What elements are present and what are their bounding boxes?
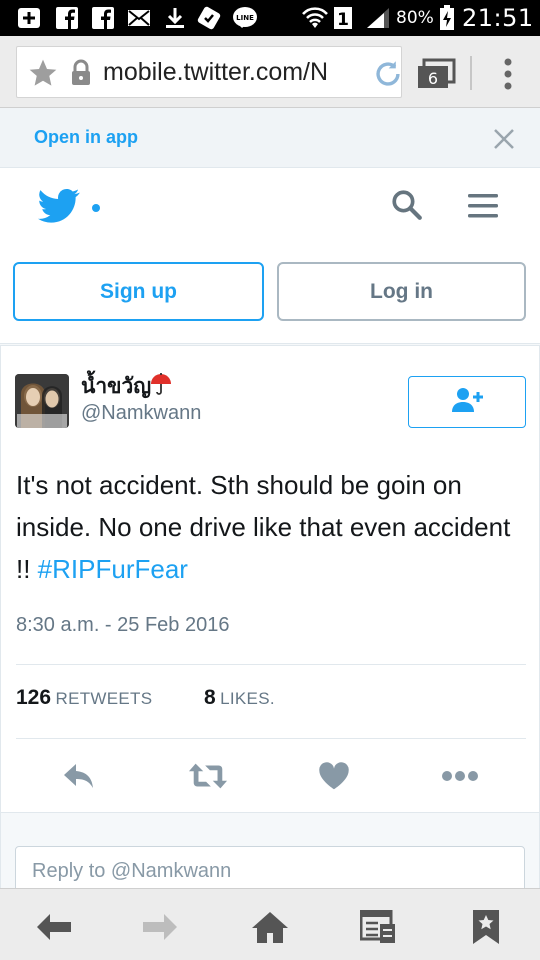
download-icon	[162, 6, 188, 30]
log-in-button[interactable]: Log in	[277, 262, 526, 321]
avatar[interactable]	[15, 374, 69, 428]
likes-stat[interactable]: 8 LIKES.	[204, 686, 275, 710]
notification-dot	[92, 204, 100, 212]
status-bar: LINE 1 80% 21:51	[0, 0, 540, 36]
svg-text:1: 1	[337, 10, 349, 30]
like-heart-icon[interactable]	[314, 756, 354, 796]
likes-label: LIKES.	[220, 689, 275, 708]
tweet-text: It's not accident. Sth should be goin on…	[16, 464, 526, 590]
wifi-icon	[302, 6, 328, 30]
home-icon[interactable]	[250, 907, 290, 947]
battery-percent: 80%	[396, 8, 434, 28]
address-bar[interactable]: mobile.twitter.com/N	[16, 46, 402, 98]
user-handle[interactable]: @Namkwann	[81, 402, 201, 425]
add-user-icon	[450, 386, 484, 418]
facebook-icon	[54, 6, 80, 30]
clock: 21:51	[462, 4, 534, 32]
likes-count: 8	[204, 686, 216, 709]
hashtag-link[interactable]: #RIPFurFear	[38, 554, 188, 584]
line-icon: LINE	[232, 6, 258, 30]
svg-text:LINE: LINE	[236, 14, 254, 22]
mail-icon	[126, 6, 152, 30]
sim-icon: 1	[332, 6, 354, 30]
display-name[interactable]: น้ำขวัญ	[81, 370, 151, 403]
signal-icon	[364, 6, 392, 30]
bookmark-star-icon[interactable]	[27, 57, 59, 93]
add-notification-icon	[16, 6, 42, 30]
reply-icon[interactable]	[59, 756, 99, 796]
url-text: mobile.twitter.com/N	[103, 58, 329, 86]
app-notification-icon	[196, 6, 222, 30]
tweet-card: น้ำขวัญ @Namkwann It's not accident. Sth…	[0, 345, 540, 896]
close-banner-icon[interactable]	[492, 127, 516, 155]
follow-button[interactable]	[408, 376, 526, 428]
back-arrow-icon[interactable]	[34, 907, 74, 947]
retweets-label: RETWEETS	[55, 689, 153, 708]
retweets-count: 126	[16, 686, 52, 709]
bookmarks-icon[interactable]	[466, 907, 506, 947]
reading-list-icon[interactable]	[358, 907, 398, 947]
tweet-timestamp[interactable]: 8:30 a.m. - 25 Feb 2016	[16, 614, 229, 637]
forward-arrow-icon[interactable]	[140, 907, 180, 947]
tab-count: 6	[428, 69, 438, 88]
browser-bottom-bar	[0, 888, 540, 960]
open-in-app-link[interactable]: Open in app	[34, 127, 138, 148]
tweet-stats: 126 RETWEETS 8 LIKES.	[16, 686, 526, 718]
retweets-stat[interactable]: 126 RETWEETS	[16, 686, 152, 710]
overflow-menu-icon[interactable]	[496, 56, 520, 96]
lock-icon	[69, 59, 93, 91]
hamburger-menu-icon[interactable]	[468, 192, 498, 224]
twitter-bird-icon[interactable]	[38, 188, 80, 228]
search-icon[interactable]	[390, 188, 424, 226]
facebook-icon-2	[90, 6, 116, 30]
retweet-icon[interactable]	[188, 756, 228, 796]
divider	[16, 738, 526, 739]
tabs-button[interactable]: 6	[416, 58, 456, 94]
sign-up-button[interactable]: Sign up	[13, 262, 264, 321]
umbrella-emoji-icon	[149, 372, 173, 401]
reload-icon[interactable]	[371, 57, 401, 95]
more-options-icon[interactable]	[440, 756, 480, 796]
toolbar-divider	[470, 56, 472, 90]
divider	[16, 664, 526, 665]
battery-charging-icon	[438, 5, 456, 30]
browser-toolbar: mobile.twitter.com/N 6	[0, 36, 540, 108]
open-in-app-banner: Open in app	[0, 108, 540, 168]
twitter-header: Sign up Log in	[0, 168, 540, 344]
reply-area: Reply to @Namkwann	[1, 812, 539, 896]
